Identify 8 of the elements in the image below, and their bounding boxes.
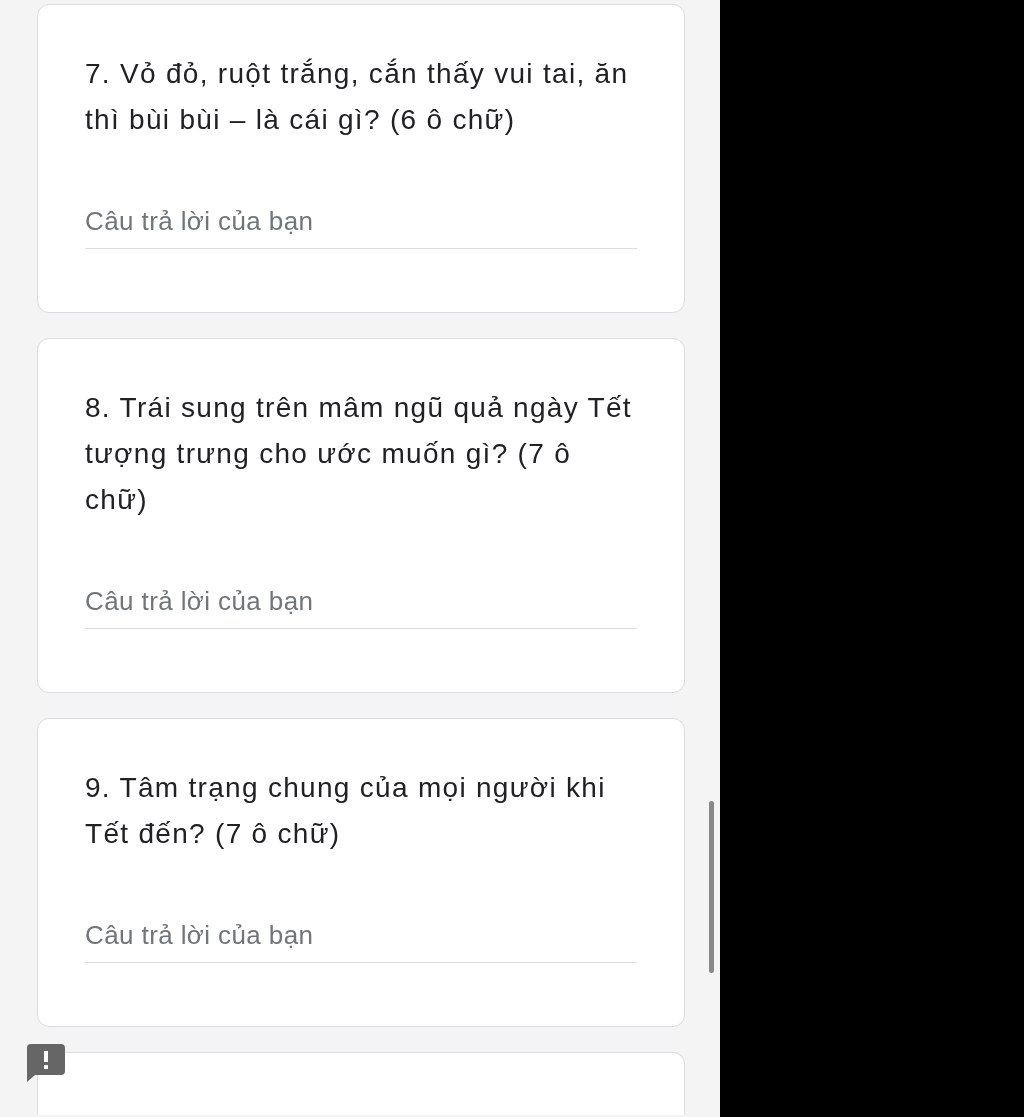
scrollbar-thumb[interactable] bbox=[709, 801, 714, 973]
answer-field[interactable]: Câu trả lời của bạn bbox=[85, 575, 637, 629]
question-text: 7. Vỏ đỏ, ruột trắng, cắn thấy vui tai, ăn thì bùi bùi – là cái gì? (6 ô chữ) bbox=[85, 57, 630, 137]
answer-field[interactable]: Câu trả lời của bạn bbox=[85, 195, 637, 249]
exclamation-bubble-icon[interactable] bbox=[27, 1044, 65, 1082]
answer-field[interactable]: Câu trả lời của bạn bbox=[85, 909, 637, 963]
question-text: 9. Tâm trạng chung của mọi người khi Tết đến? (7 ô chữ) bbox=[85, 771, 607, 851]
question-text: 8. Trái sung trên mâm ngũ quả ngày Tết tượng trưng cho ước muốn gì? (7 ô chữ) bbox=[85, 391, 633, 517]
